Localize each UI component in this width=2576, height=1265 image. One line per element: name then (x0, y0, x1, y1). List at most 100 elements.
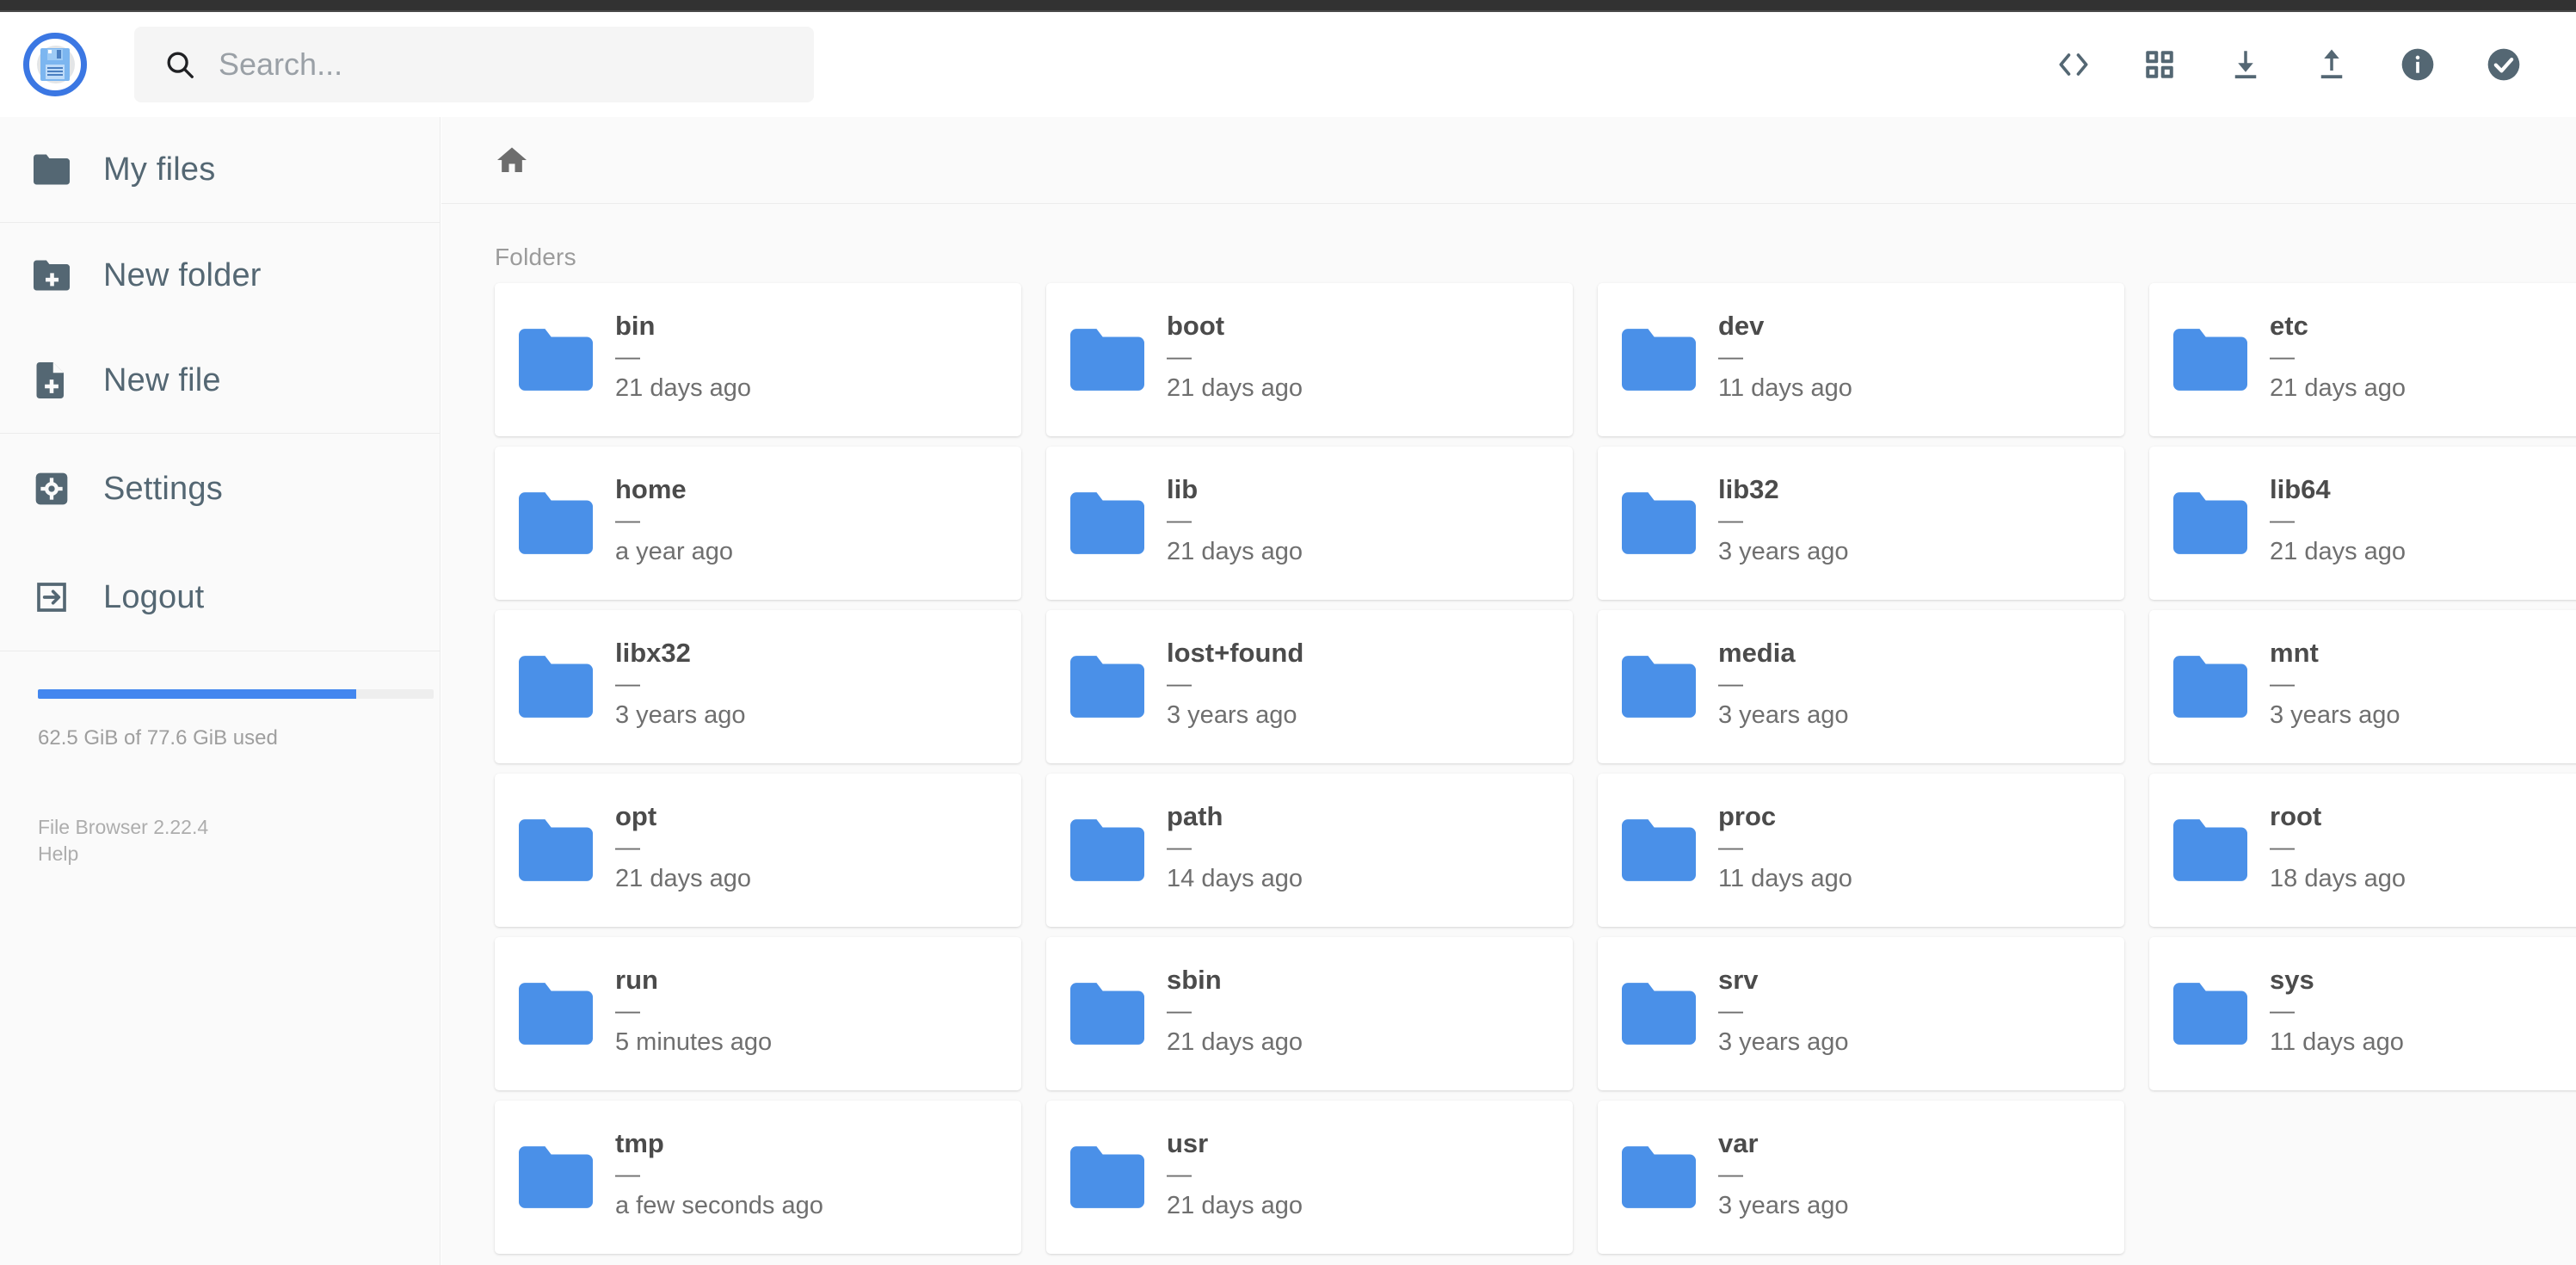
folder-card-body: srv — 3 years ago (1718, 965, 1849, 1062)
folder-card-size: — (615, 836, 751, 861)
folder-card[interactable]: lost+found — 3 years ago (1046, 610, 1573, 763)
folder-card[interactable]: tmp — a few seconds ago (495, 1101, 1021, 1254)
folder-card-size: — (1718, 836, 1852, 861)
upload-icon[interactable] (2311, 44, 2352, 85)
folder-card[interactable]: boot — 21 days ago (1046, 283, 1573, 436)
folder-card[interactable]: run — 5 minutes ago (495, 937, 1021, 1090)
folder-card-body: bin — 21 days ago (615, 311, 751, 408)
header-action-bar (2053, 44, 2576, 85)
folder-card[interactable]: opt — 21 days ago (495, 774, 1021, 927)
storage-usage-text: 62.5 GiB of 77.6 GiB used (38, 726, 434, 750)
folder-card-body: media — 3 years ago (1718, 638, 1849, 735)
folder-card-body: mnt — 3 years ago (2270, 638, 2400, 735)
folder-card[interactable]: libx32 — 3 years ago (495, 610, 1021, 763)
folder-card-name: lib64 (2270, 474, 2406, 505)
logo-container[interactable] (0, 33, 110, 96)
info-icon[interactable] (2397, 44, 2438, 85)
grid-view-icon[interactable] (2139, 44, 2180, 85)
app-version: File Browser 2.22.4 (38, 816, 208, 838)
folder-icon (1622, 818, 1696, 882)
folders-section-title: Folders (441, 204, 2576, 283)
folder-card-body: sys — 11 days ago (2270, 965, 2404, 1062)
folder-card[interactable]: srv — 3 years ago (1598, 937, 2124, 1090)
folder-card[interactable]: proc — 11 days ago (1598, 774, 2124, 927)
folder-icon (1070, 982, 1144, 1046)
folder-card[interactable]: bin — 21 days ago (495, 283, 1021, 436)
folder-card[interactable]: lib32 — 3 years ago (1598, 447, 2124, 600)
folder-card-time: 3 years ago (2270, 700, 2400, 731)
select-multiple-icon[interactable] (2483, 44, 2524, 85)
folder-card-size: — (1167, 1163, 1303, 1188)
folder-card-size: — (1718, 999, 1849, 1024)
folder-card[interactable]: var — 3 years ago (1598, 1101, 2124, 1254)
folder-card-name: lost+found (1167, 638, 1303, 669)
storage-usage-bar (38, 689, 434, 699)
folder-card-time: 11 days ago (1718, 373, 1852, 404)
sidebar-item-label: Settings (103, 471, 223, 508)
folder-card-time: 3 years ago (1718, 700, 1849, 731)
folder-card[interactable]: home — a year ago (495, 447, 1021, 600)
folder-card[interactable]: sbin — 21 days ago (1046, 937, 1573, 1090)
folder-card-time: 21 days ago (615, 864, 751, 894)
storage-usage: 62.5 GiB of 77.6 GiB used (38, 689, 434, 750)
sidebar-item-my-files[interactable]: My files (0, 117, 440, 222)
folder-card-time: 21 days ago (2270, 373, 2406, 404)
sidebar-item-new-file[interactable]: New file (0, 328, 440, 433)
sidebar-item-label: Logout (103, 579, 204, 616)
folder-card[interactable]: usr — 21 days ago (1046, 1101, 1573, 1254)
folder-card[interactable]: lib64 — 21 days ago (2149, 447, 2576, 600)
folder-card[interactable]: media — 3 years ago (1598, 610, 2124, 763)
folder-card[interactable]: etc — 21 days ago (2149, 283, 2576, 436)
folder-card-body: sbin — 21 days ago (1167, 965, 1303, 1062)
sidebar-group-create: New folder New file (0, 223, 440, 434)
folder-card[interactable]: path — 14 days ago (1046, 774, 1573, 927)
folder-card-time: a few seconds ago (615, 1191, 823, 1221)
folder-plus-icon (33, 256, 71, 294)
folder-icon (2173, 328, 2247, 392)
folder-card-body: run — 5 minutes ago (615, 965, 772, 1062)
folder-card[interactable]: lib — 21 days ago (1046, 447, 1573, 600)
folder-card[interactable]: mnt — 3 years ago (2149, 610, 2576, 763)
folder-card-name: root (2270, 801, 2406, 832)
breadcrumb (441, 117, 2576, 204)
folder-card-name: tmp (615, 1128, 823, 1159)
folder-card-body: root — 18 days ago (2270, 801, 2406, 898)
sidebar-item-logout[interactable]: Logout (0, 544, 440, 651)
folder-card-time: 11 days ago (1718, 864, 1852, 894)
folder-card[interactable]: sys — 11 days ago (2149, 937, 2576, 1090)
folder-icon (519, 328, 593, 392)
folder-grid: bin — 21 days ago boot — 21 days ago dev… (441, 283, 2576, 1254)
folder-icon (1622, 328, 1696, 392)
folder-icon (1070, 1145, 1144, 1209)
folder-card[interactable]: root — 18 days ago (2149, 774, 2576, 927)
folder-card[interactable]: dev — 11 days ago (1598, 283, 2124, 436)
folder-icon (2173, 655, 2247, 719)
folder-card-name: bin (615, 311, 751, 342)
folder-icon (519, 818, 593, 882)
code-brackets-icon[interactable] (2053, 44, 2094, 85)
folder-card-time: 18 days ago (2270, 864, 2406, 894)
search-bar[interactable] (134, 27, 814, 102)
folder-card-name: usr (1167, 1128, 1303, 1159)
search-input[interactable] (219, 27, 785, 102)
folder-card-name: run (615, 965, 772, 996)
folder-card-name: mnt (2270, 638, 2400, 669)
folder-card-name: home (615, 474, 733, 505)
storage-usage-bar-fill (38, 689, 356, 699)
home-icon[interactable] (495, 143, 529, 177)
sidebar-item-settings[interactable]: Settings (0, 434, 440, 544)
sidebar-item-new-folder[interactable]: New folder (0, 223, 440, 328)
folder-card-name: sys (2270, 965, 2404, 996)
folder-card-size: — (2270, 999, 2404, 1024)
folder-card-name: libx32 (615, 638, 746, 669)
folder-card-name: media (1718, 638, 1849, 669)
download-icon[interactable] (2225, 44, 2266, 85)
folder-card-size: — (1718, 672, 1849, 697)
folder-card-time: 21 days ago (1167, 1027, 1303, 1058)
folder-card-body: dev — 11 days ago (1718, 311, 1852, 408)
help-link[interactable]: Help (38, 841, 208, 867)
folder-card-size: — (2270, 509, 2406, 534)
folder-card-size: — (1167, 345, 1303, 370)
sidebar-item-label: New file (103, 362, 221, 399)
floppy-disk-logo (23, 33, 87, 96)
